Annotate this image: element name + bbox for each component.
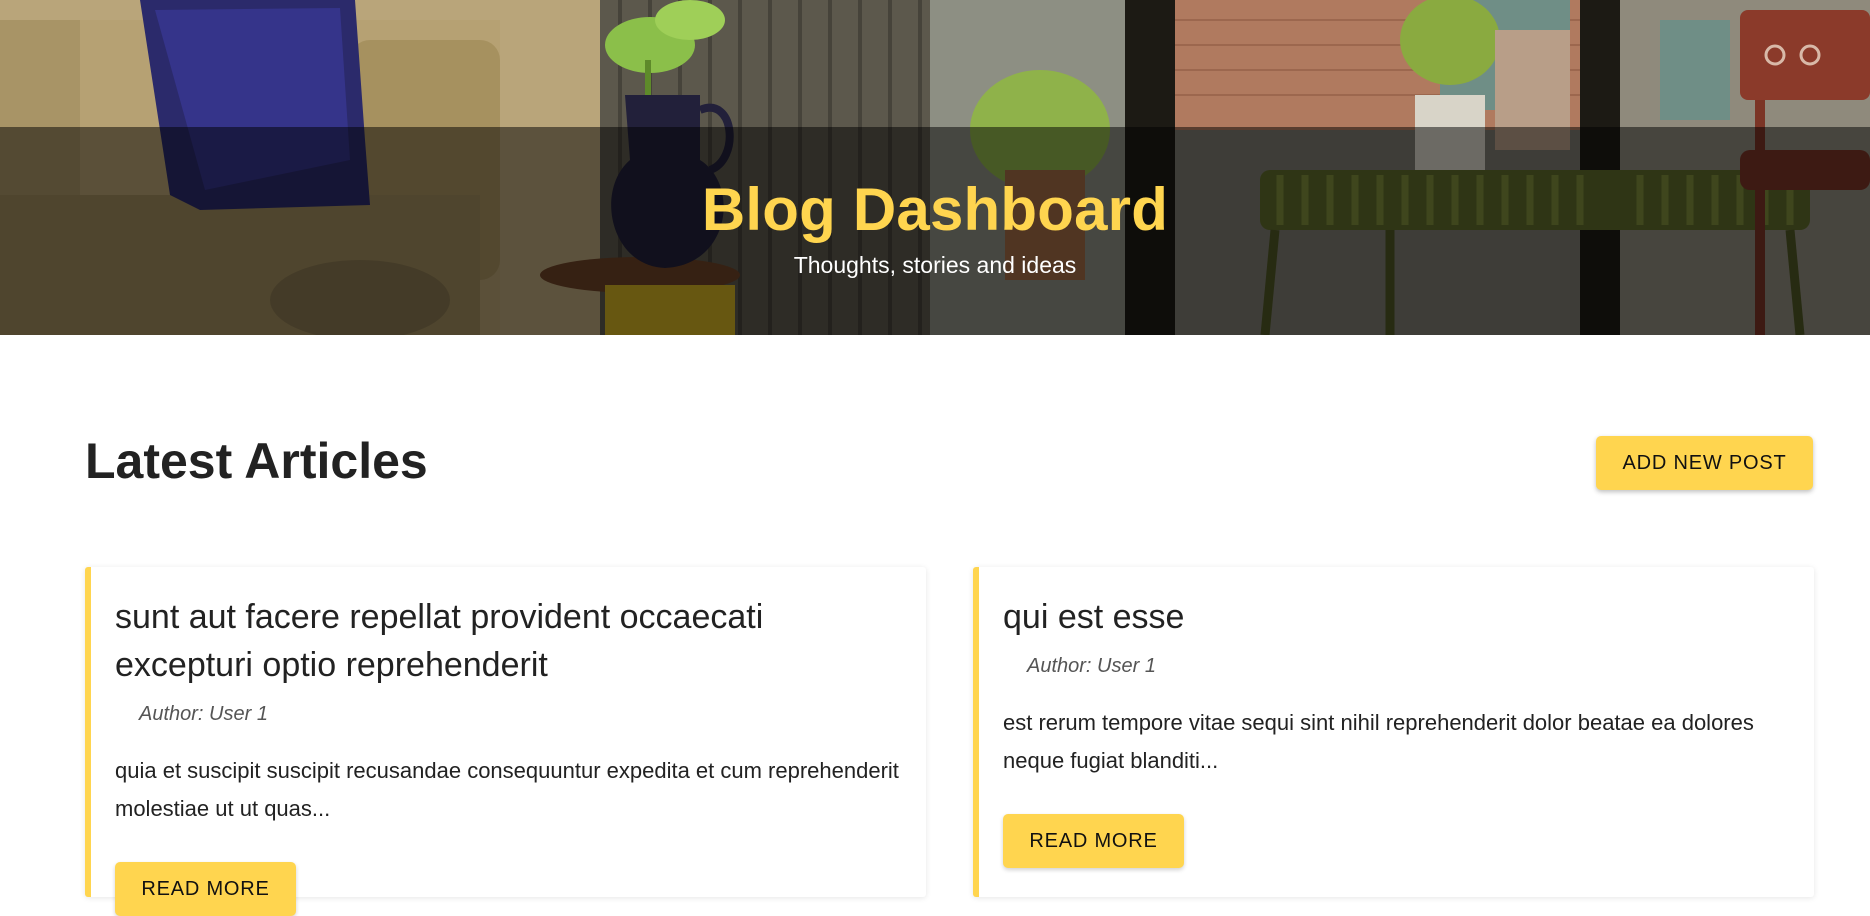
article-card-content: sunt aut facere repellat provident occae… [115, 593, 905, 916]
article-excerpt: est rerum tempore vitae sequi sint nihil… [1003, 710, 1754, 773]
article-author: Author: User 1 [139, 703, 268, 725]
article-card: qui est esse Author: User 1 est rerum te… [973, 567, 1814, 897]
page-subtitle: Thoughts, stories and ideas [793, 252, 1077, 278]
read-more-button[interactable]: READ MORE [1003, 814, 1184, 868]
article-card: sunt aut facere repellat provident occae… [85, 567, 926, 916]
page-title: Blog Dashboard [701, 176, 1169, 243]
article-author: Author: User 1 [1027, 655, 1156, 677]
read-more-button[interactable]: READ MORE [115, 862, 296, 916]
section-title: Latest Articles [85, 433, 428, 489]
article-card-content: qui est esse Author: User 1 est rerum te… [1003, 593, 1793, 868]
article-excerpt: quia et suscipit suscipit recusandae con… [115, 758, 899, 821]
article-title: qui est esse [1003, 598, 1185, 636]
hero-banner: Blog Dashboard Thoughts, stories and ide… [0, 0, 1870, 335]
add-new-post-button[interactable]: ADD NEW POST [1596, 436, 1813, 490]
article-title: sunt aut facere repellat provident occae… [115, 598, 764, 684]
